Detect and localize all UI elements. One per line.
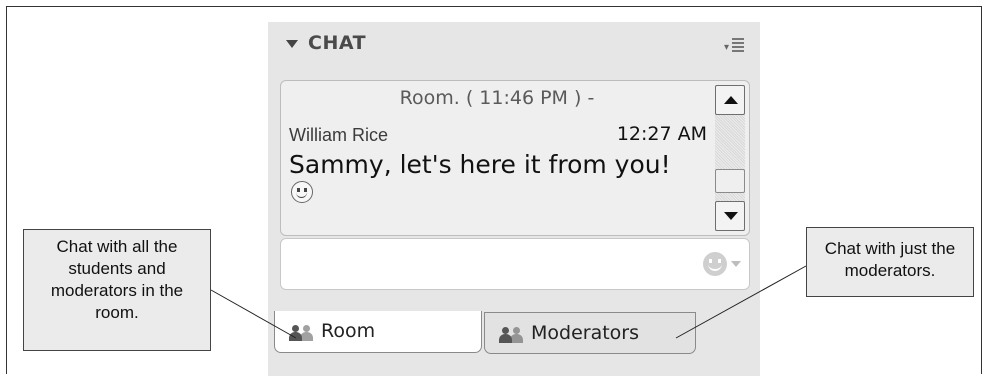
users-icon [289, 323, 315, 341]
message-author: William Rice [289, 125, 388, 145]
message-time: 12:27 AM [616, 123, 707, 145]
callout-moderators: Chat with just the moderators. [806, 227, 974, 297]
message-text: Sammy, let's here it from you! [289, 149, 689, 215]
chat-input[interactable] [280, 238, 750, 290]
chat-pod-header: CHAT ▾ [268, 22, 760, 72]
chat-tabs: Room Moderators [268, 311, 760, 376]
tab-moderators[interactable]: Moderators [484, 312, 696, 354]
tab-room[interactable]: Room [274, 311, 482, 353]
chat-message-area[interactable]: Room. ( 11:46 PM ) - William Rice 12:27 … [280, 80, 750, 236]
scroll-down-icon[interactable] [715, 201, 745, 231]
message-body: Sammy, let's here it from you! [289, 150, 671, 179]
users-icon [499, 325, 525, 343]
vertical-scrollbar[interactable] [715, 85, 745, 231]
collapse-triangle-icon[interactable] [286, 40, 298, 48]
pod-title: CHAT [308, 32, 367, 54]
emoticon-picker-icon [703, 252, 727, 276]
pod-menu-icon[interactable]: ▾ [724, 36, 746, 54]
tab-moderators-label: Moderators [531, 322, 640, 344]
chevron-down-icon [731, 261, 741, 267]
scroll-up-icon[interactable] [715, 85, 745, 115]
callout-room: Chat with all the students and moderator… [23, 229, 211, 351]
tab-room-label: Room [321, 320, 376, 342]
system-message: Room. ( 11:46 PM ) - [399, 87, 595, 109]
smiley-icon [291, 181, 313, 203]
scroll-thumb[interactable] [715, 169, 745, 193]
chat-pod: CHAT ▾ Room. ( 11:46 PM ) - William Rice… [268, 22, 760, 376]
emoticon-picker-button[interactable] [703, 252, 743, 276]
